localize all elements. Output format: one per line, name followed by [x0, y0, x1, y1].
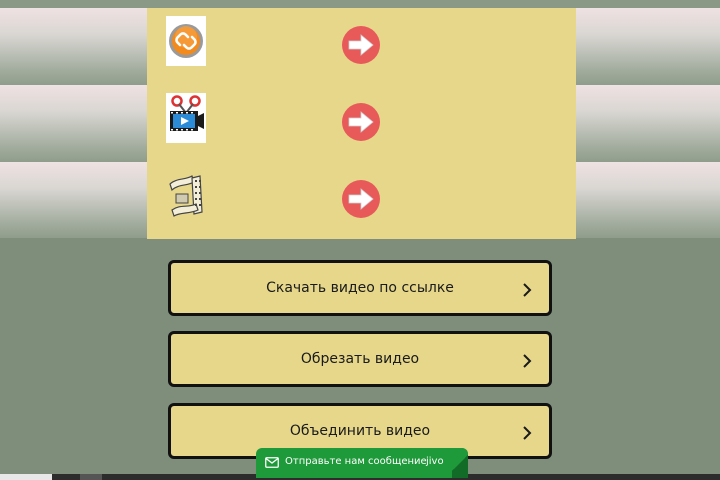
chevron-right-icon: [521, 353, 533, 369]
chevron-right-icon: [521, 425, 533, 441]
arrow-right-icon: [342, 103, 380, 141]
link-icon[interactable]: [166, 16, 206, 66]
tool-row-merge: [147, 162, 576, 239]
film-strip-icon[interactable]: [166, 170, 206, 220]
mail-icon: [265, 457, 279, 468]
go-arrow-button[interactable]: [342, 26, 380, 64]
go-arrow-button[interactable]: [342, 103, 380, 141]
taskbar-item[interactable]: [0, 474, 52, 480]
arrow-right-icon: [342, 26, 380, 64]
chat-widget-label: Отправьте нам сообщение: [285, 456, 427, 467]
tools-panel: [147, 8, 576, 239]
trim-video-button[interactable]: Обрезать видео: [168, 331, 552, 387]
chat-widget-corner: [452, 448, 468, 478]
tool-row-link: [147, 8, 576, 85]
video-cut-icon[interactable]: [166, 93, 206, 143]
button-label: Обрезать видео: [300, 351, 420, 367]
chevron-right-icon: [521, 282, 533, 298]
download-by-link-button[interactable]: Скачать видео по ссылке: [168, 260, 552, 316]
button-label: Скачать видео по ссылке: [266, 280, 454, 296]
chat-widget-button[interactable]: Отправьте нам сообщение jivo: [256, 448, 468, 478]
top-strip: [0, 0, 720, 8]
taskbar-item[interactable]: [80, 474, 102, 480]
tool-row-cut: [147, 85, 576, 162]
chat-brand-logo: jivo: [426, 456, 444, 467]
go-arrow-button[interactable]: [342, 180, 380, 218]
arrow-right-icon: [342, 180, 380, 218]
